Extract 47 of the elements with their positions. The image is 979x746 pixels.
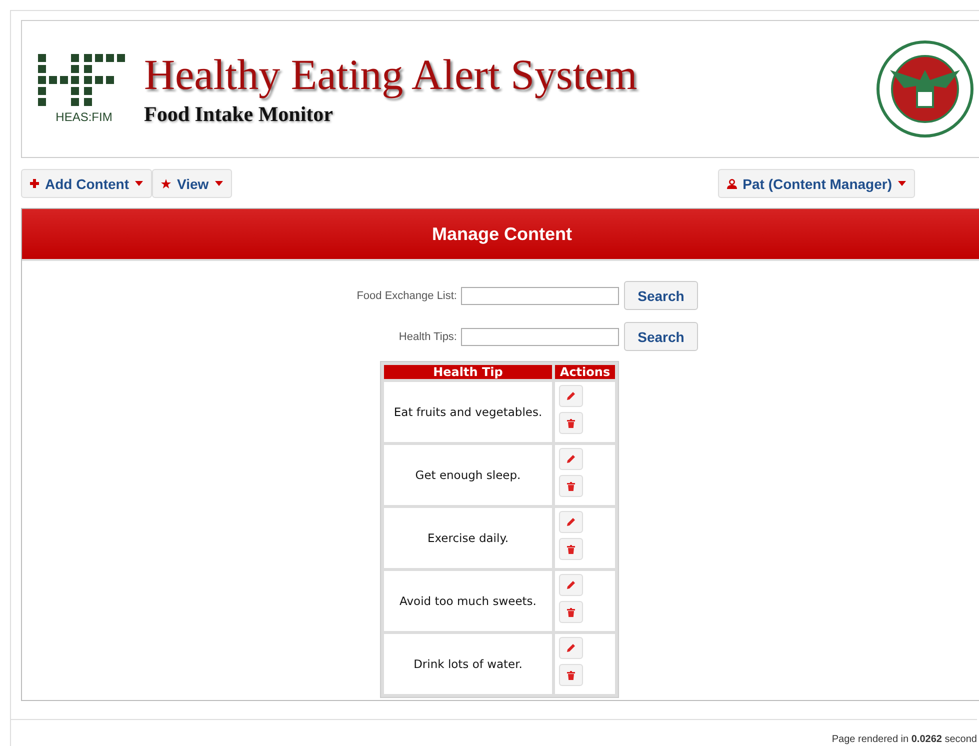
- pencil-icon: [567, 455, 575, 463]
- delete-button[interactable]: [559, 412, 583, 434]
- site-subtitle: Food Intake Monitor: [144, 102, 334, 127]
- table-cell: Exercise daily.: [384, 508, 552, 568]
- delete-button[interactable]: [559, 664, 583, 686]
- edit-button[interactable]: [559, 385, 583, 407]
- plus-icon: [30, 179, 39, 188]
- edit-button[interactable]: [559, 448, 583, 470]
- search-field[interactable]: [461, 328, 619, 346]
- search-field[interactable]: [461, 286, 619, 304]
- table-cell: Drink lots of water.: [384, 634, 552, 694]
- logo-text: HEAS:FIM: [56, 110, 112, 124]
- field-label: Food Exchange List:: [356, 290, 457, 302]
- edit-button[interactable]: [559, 574, 583, 596]
- delete-button[interactable]: [559, 538, 583, 560]
- search-button[interactable]: Search: [624, 322, 698, 351]
- pencil-icon: [567, 392, 575, 400]
- delete-button[interactable]: [559, 601, 583, 623]
- trash-icon: [567, 608, 575, 616]
- menu-button[interactable]: View: [152, 169, 232, 198]
- caret-icon: [134, 181, 143, 186]
- pencil-icon: [567, 581, 575, 589]
- pencil-icon: [567, 518, 575, 526]
- menu-button[interactable]: Add Content: [21, 169, 152, 198]
- star-icon: [160, 178, 171, 188]
- table-cell: Eat fruits and vegetables.: [384, 382, 552, 442]
- edit-button[interactable]: [559, 637, 583, 659]
- render-time-text: Page rendered in 0.0262 second: [832, 734, 977, 745]
- pencil-icon: [567, 644, 575, 652]
- trash-icon: [567, 544, 575, 554]
- table-cell: Avoid too much sweets.: [384, 571, 552, 631]
- column-header: Health Tip: [384, 365, 552, 379]
- edit-button[interactable]: [559, 511, 583, 533]
- field-label: Health Tips:: [398, 330, 457, 342]
- caret-icon: [214, 181, 223, 186]
- caret-icon: [898, 181, 906, 186]
- trash-icon: [567, 418, 575, 428]
- user-icon: [726, 178, 737, 188]
- panel-title: Manage Content: [432, 224, 572, 244]
- site-title: Healthy Eating Alert System: [144, 51, 638, 100]
- delete-button[interactable]: [559, 475, 583, 497]
- trash-icon: [567, 670, 575, 680]
- search-button[interactable]: Search: [624, 281, 698, 310]
- column-header: Actions: [555, 365, 615, 379]
- trash-icon: [567, 482, 575, 490]
- table-cell: Get enough sleep.: [384, 445, 552, 505]
- user-menu-button[interactable]: Pat (Content Manager): [718, 169, 915, 198]
